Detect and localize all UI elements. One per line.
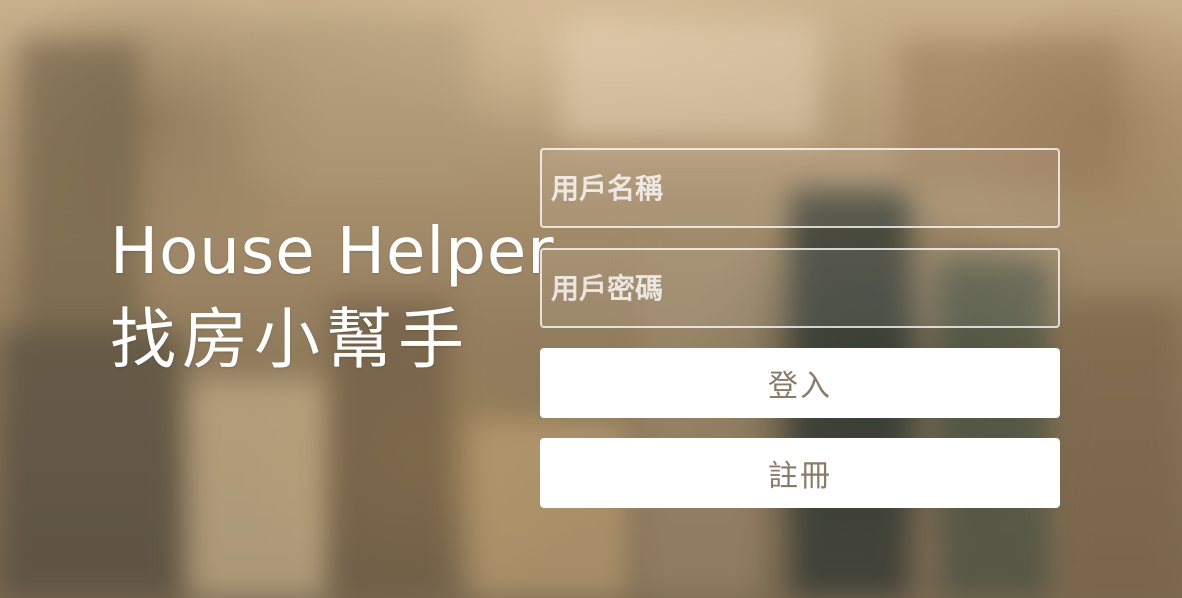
register-button[interactable]: 註冊	[540, 438, 1060, 508]
login-form: 登入 註冊	[540, 148, 1060, 528]
brand-title-chinese: 找房小幫手	[110, 301, 470, 378]
brand-title-block: House Helper 找房小幫手	[110, 212, 555, 388]
username-input[interactable]	[540, 148, 1060, 228]
login-button[interactable]: 登入	[540, 348, 1060, 418]
brand-title-english: House Helper	[110, 215, 555, 289]
password-input[interactable]	[540, 248, 1060, 328]
